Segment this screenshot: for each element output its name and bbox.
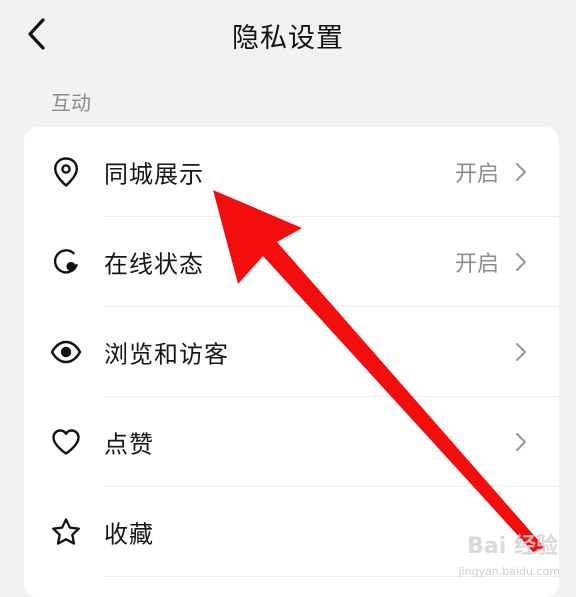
heart-icon <box>50 426 82 458</box>
chevron-right-icon <box>515 342 527 362</box>
chevron-right-icon <box>515 252 527 272</box>
watermark-logo: Bai 经验 <box>467 534 558 559</box>
setting-row-online-status[interactable]: 在线状态 开启 <box>24 217 559 307</box>
chevron-right-icon <box>515 432 527 452</box>
star-icon <box>50 516 82 548</box>
online-status-icon <box>50 246 82 278</box>
eye-icon <box>50 336 82 368</box>
setting-label: 收藏 <box>104 520 154 549</box>
settings-card: 同城展示 开启 在线状态 开启 浏览和访客 点赞 收藏 <box>24 127 559 597</box>
setting-value: 开启 <box>454 162 499 187</box>
chevron-right-icon <box>515 162 527 182</box>
setting-row-views-and-visitors[interactable]: 浏览和访客 <box>24 307 559 397</box>
setting-value: 开启 <box>454 252 499 277</box>
setting-label: 点赞 <box>104 430 154 459</box>
section-label: 互动 <box>51 91 91 115</box>
setting-row-likes[interactable]: 点赞 <box>24 397 559 487</box>
setting-label: 在线状态 <box>104 250 204 279</box>
page-title: 隐私设置 <box>232 23 344 54</box>
setting-label: 同城展示 <box>104 160 204 189</box>
location-pin-icon <box>50 156 82 188</box>
header: 隐私设置 <box>0 0 576 74</box>
setting-row-nearby-display[interactable]: 同城展示 开启 <box>24 127 559 217</box>
setting-label: 浏览和访客 <box>104 340 229 369</box>
watermark-url: jingyan.baidu.com <box>458 565 560 578</box>
